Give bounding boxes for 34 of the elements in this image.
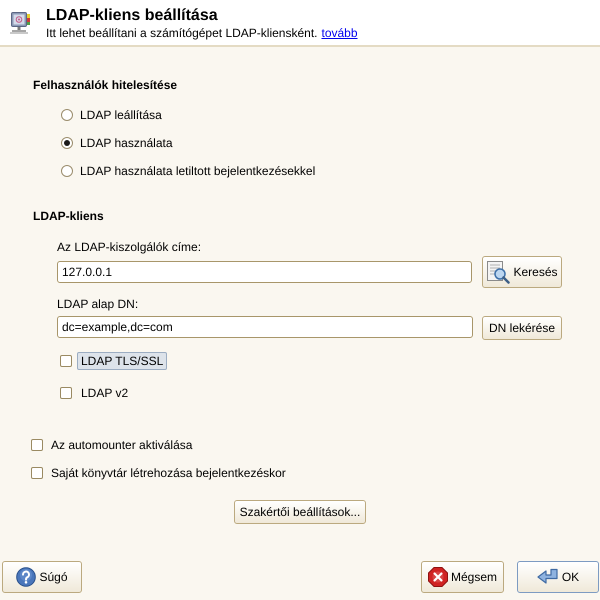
help-button[interactable]: Súgó xyxy=(2,561,82,593)
checkbox-label[interactable]: LDAP v2 xyxy=(77,384,132,402)
checkbox-label[interactable]: Az automounter aktiválása xyxy=(51,438,192,452)
fetch-dn-button[interactable]: DN lekérése xyxy=(482,316,562,340)
return-arrow-icon xyxy=(536,568,559,586)
dialog-subtitle: Itt lehet beállítani a számítógépet LDAP-kliensként. xyxy=(46,26,318,41)
dialog-title: LDAP-kliens beállítása xyxy=(46,6,218,26)
cancel-icon xyxy=(428,567,448,587)
cancel-button[interactable]: Mégsem xyxy=(421,561,504,593)
radio-button[interactable] xyxy=(61,165,73,177)
field-label: LDAP alap DN: xyxy=(57,297,138,311)
checkbox[interactable] xyxy=(31,467,43,479)
computer-icon xyxy=(10,11,32,35)
checkbox[interactable] xyxy=(60,355,72,367)
field-label: Az LDAP-kiszolgálók címe: xyxy=(57,240,202,254)
section-heading: LDAP-kliens xyxy=(33,209,104,223)
checkbox[interactable] xyxy=(60,387,72,399)
help-icon xyxy=(16,567,36,587)
checkbox-label[interactable]: Saját könyvtár létrehozása bejelentkezéskor xyxy=(51,466,286,480)
search-icon xyxy=(486,260,510,284)
ok-button[interactable]: OK xyxy=(517,561,599,593)
radio-button[interactable] xyxy=(61,137,73,149)
expert-settings-button[interactable]: Szakértői beállítások... xyxy=(234,500,366,524)
more-link[interactable]: tovább xyxy=(321,26,358,41)
radio-label[interactable]: LDAP használata letiltott bejelentkezésekkel xyxy=(80,164,316,178)
radio-button[interactable] xyxy=(61,109,73,121)
radio-label[interactable]: LDAP használata xyxy=(80,136,173,150)
checkbox[interactable] xyxy=(31,439,43,451)
text-field[interactable]: dc=example,dc=com xyxy=(57,316,473,338)
checkbox-label[interactable]: LDAP TLS/SSL xyxy=(77,352,168,370)
text-field[interactable]: 127.0.0.1 xyxy=(57,261,472,283)
section-heading: Felhasználók hitelesítése xyxy=(33,78,178,92)
search-button[interactable]: Keresés xyxy=(482,256,562,288)
radio-label[interactable]: LDAP leállítása xyxy=(80,108,162,122)
